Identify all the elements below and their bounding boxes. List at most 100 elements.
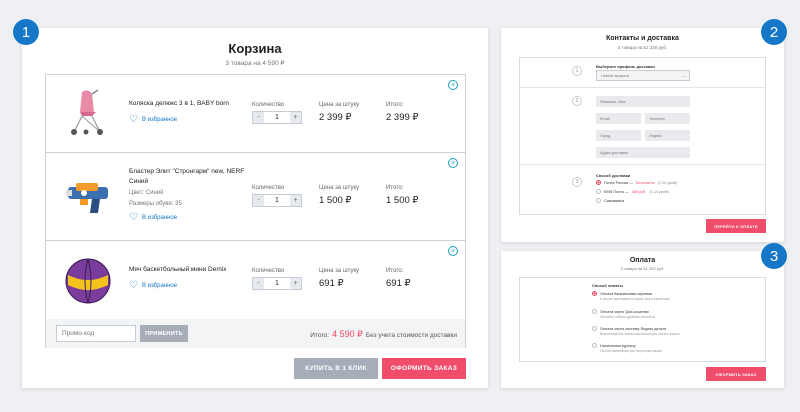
- item-total: 691 ₽: [386, 278, 411, 289]
- heart-icon: ♡: [129, 114, 138, 125]
- payment-title: Оплата: [629, 257, 656, 264]
- remove-item-icon[interactable]: ×: [448, 80, 458, 90]
- favorite-link[interactable]: ♡ В избранное: [129, 115, 177, 125]
- item-name[interactable]: Бластер Элит "Стронгарм" new, NERF Синий: [129, 167, 249, 187]
- cart-item: Коляска делюкс 3 в 1, BABY born ♡ В избр…: [46, 75, 465, 153]
- blaster-icon: [66, 183, 108, 213]
- step-badge-2: 2: [761, 19, 787, 45]
- total-label: Итого:: [386, 268, 404, 274]
- shipping-label: Способ доставки: [596, 173, 631, 178]
- address-field[interactable]: Адрес доставки: [596, 147, 690, 158]
- shipping-option-ems[interactable]: EMS Почта — 386 руб. (3-14 дней): [596, 189, 669, 194]
- cart-total: Итого: 4 590 ₽ Без учета стоимости доста…: [310, 329, 457, 339]
- quantity-label: Количество: [252, 102, 285, 108]
- delivery-panel: Контакты и доставка 3 товара на 51 220 р…: [501, 28, 784, 242]
- email-field[interactable]: Email: [596, 113, 641, 124]
- radio-selected[interactable]: [596, 180, 601, 185]
- index-field[interactable]: Индекс: [645, 130, 690, 141]
- radio[interactable]: [596, 198, 601, 203]
- apply-promo-button[interactable]: ПРИМЕНИТЬ: [140, 325, 188, 342]
- heart-icon: ♡: [129, 212, 138, 223]
- favorite-link[interactable]: ♡ В избранное: [129, 281, 177, 291]
- name-field[interactable]: Фамилия, Имя: [596, 96, 690, 107]
- city-field[interactable]: Город: [596, 130, 641, 141]
- unit-price: 691 ₽: [319, 278, 344, 289]
- cart-footer: ПРИМЕНИТЬ Итого: 4 590 ₽ Без учета стоим…: [46, 319, 465, 348]
- checkout-button[interactable]: ОФОРМИТЬ ЗАКАЗ: [382, 358, 466, 379]
- unit-price: 1 500 ₽: [319, 195, 352, 206]
- payment-panel: Оплата 3 товара на 51 220 руб. Способ оп…: [501, 251, 784, 388]
- minus-button[interactable]: -: [253, 278, 264, 289]
- remove-item-icon[interactable]: ×: [448, 158, 458, 168]
- cart-panel: Корзина 3 товара на 4 590 ₽ Коляска делю…: [22, 28, 488, 388]
- profile-step: 1 Выберите профиль доставки Новый профил…: [520, 58, 765, 88]
- radio[interactable]: [596, 189, 601, 194]
- payment-option-yandex[interactable]: Оплата через систему Яндекс.деньги Воспо…: [592, 326, 679, 336]
- plus-button[interactable]: +: [290, 278, 301, 289]
- item-name[interactable]: Коляска делюкс 3 в 1, BABY born: [129, 99, 249, 109]
- item-color: Цвет: Синий: [129, 190, 164, 196]
- payment-option-card[interactable]: Оплата банковскими картами К оплате прин…: [592, 291, 670, 301]
- stroller-icon: [71, 89, 103, 135]
- delivery-subtitle: 3 товара на 51 220 руб.: [617, 45, 668, 50]
- one-click-buy-button[interactable]: КУПИТЬ В 1 КЛИК: [294, 358, 378, 379]
- step-number: 1: [572, 66, 582, 76]
- step-number: 3: [572, 177, 582, 187]
- unit-price-label: Цена за штуку: [319, 185, 360, 191]
- unit-price-label: Цена за штуку: [319, 102, 360, 108]
- step-badge-3: 3: [761, 243, 787, 269]
- step-number: 2: [572, 96, 582, 106]
- payment-checkout-button[interactable]: ОФОРМИТЬ ЗАКАЗ: [706, 367, 766, 381]
- promo-code-input[interactable]: [56, 325, 136, 342]
- profile-label: Выберите профиль доставки: [596, 64, 655, 69]
- chevron-down-icon: ⌄: [681, 74, 685, 78]
- item-total: 1 500 ₽: [386, 195, 419, 206]
- item-total: 2 399 ₽: [386, 112, 419, 123]
- cart-total-sum: 4 590 ₽: [332, 329, 363, 339]
- cart-item: Бластер Элит "Стронгарм" new, NERF Синий…: [46, 153, 465, 241]
- payment-methods: Способ оплаты Оплата банковскими картами…: [519, 277, 766, 362]
- quantity-value[interactable]: 1: [264, 112, 290, 123]
- heart-icon: ♡: [129, 280, 138, 291]
- total-label: Итого:: [386, 185, 404, 191]
- delivery-title: Контакты и доставка: [606, 35, 679, 42]
- shipping-step: 3 Способ доставки Почта России — Бесплат…: [520, 165, 765, 216]
- quantity-label: Количество: [252, 185, 285, 191]
- profile-select[interactable]: Новый профиль ⌄: [596, 70, 690, 81]
- step-badge-1: 1: [13, 19, 39, 45]
- item-size: Размеры обуви: 35: [129, 201, 182, 207]
- quantity-value[interactable]: 1: [264, 195, 290, 206]
- cart-list: Коляска делюкс 3 в 1, BABY born ♡ В избр…: [45, 74, 466, 348]
- payment-option-qiwi[interactable]: Оплата через Qiwi-кошелек Оплатите любым…: [592, 309, 655, 319]
- payment-subtitle: 3 товара на 51 220 руб.: [620, 266, 665, 271]
- quantity-stepper[interactable]: - 1 +: [252, 277, 302, 290]
- payment-method-label: Способ оплаты: [592, 283, 623, 288]
- unit-price: 2 399 ₽: [319, 112, 352, 123]
- delivery-form: 1 Выберите профиль доставки Новый профил…: [519, 57, 766, 215]
- shipping-option-russian-post[interactable]: Почта России — Бесплатно (7-20 дней): [596, 180, 677, 185]
- minus-button[interactable]: -: [253, 112, 264, 123]
- plus-button[interactable]: +: [290, 195, 301, 206]
- unit-price-label: Цена за штуку: [319, 268, 360, 274]
- quantity-stepper[interactable]: - 1 +: [252, 194, 302, 207]
- minus-button[interactable]: -: [253, 195, 264, 206]
- contacts-step: 2 Фамилия, Имя Email Телефон Город Индек…: [520, 88, 765, 165]
- cart-subtitle: 3 товара на 4 590 ₽: [225, 60, 285, 67]
- favorite-link[interactable]: ♡ В избранное: [129, 213, 177, 223]
- radio[interactable]: [592, 309, 597, 314]
- remove-item-icon[interactable]: ×: [448, 246, 458, 256]
- item-name[interactable]: Мяч баскетбольный мини Demix: [129, 265, 249, 275]
- radio-selected[interactable]: [592, 291, 597, 296]
- quantity-stepper[interactable]: - 1 +: [252, 111, 302, 124]
- radio[interactable]: [592, 326, 597, 331]
- quantity-label: Количество: [252, 268, 285, 274]
- shipping-option-pickup[interactable]: Самовывоз: [596, 198, 624, 203]
- plus-button[interactable]: +: [290, 112, 301, 123]
- payment-option-cash[interactable]: Наличными курьеру Оплата наличными при п…: [592, 343, 662, 353]
- phone-field[interactable]: Телефон: [645, 113, 690, 124]
- go-to-payment-button[interactable]: ПЕРЕЙТИ К ОПЛАТЕ: [706, 219, 766, 233]
- radio[interactable]: [592, 343, 597, 348]
- quantity-value[interactable]: 1: [264, 278, 290, 289]
- cart-title: Корзина: [228, 41, 282, 56]
- cart-item: Мяч баскетбольный мини Demix ♡ В избранн…: [46, 241, 465, 319]
